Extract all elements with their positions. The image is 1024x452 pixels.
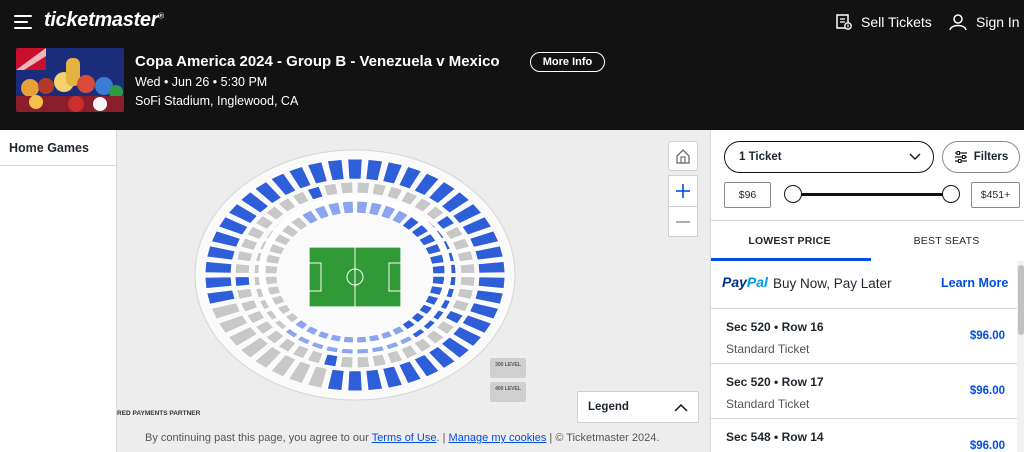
level-300-badge [490,358,526,378]
sell-tickets-label: Sell Tickets [861,14,932,30]
seat-map[interactable]: 300 LEVEL 400 LEVEL RED PAYMENTS PARTNER… [117,130,710,452]
svg-text:400 LEVEL: 400 LEVEL [495,386,521,392]
top-nav: ticketmaster® Sell Tickets Sign In [0,0,1024,44]
seat-section[interactable] [459,276,476,287]
min-price-box[interactable]: $96 [724,182,771,208]
paypal-pay: Pay [722,274,747,290]
footer-legal: By continuing past this page, you agree … [145,432,659,444]
sell-tickets-link[interactable]: Sell Tickets [835,11,932,33]
max-price-handle[interactable] [942,185,960,203]
listing-row[interactable]: Sec 520 • Row 16 Standard Ticket $96.00 [711,309,1017,364]
listing-price: $96.00 [969,440,1005,452]
filters-button[interactable]: Filters [942,141,1020,173]
listing-type: Standard Ticket [726,342,810,356]
event-title: Copa America 2024 - Group B - Venezuela … [135,53,500,70]
max-price-box[interactable]: $451+ [971,182,1020,208]
paypal-pal: Pal [746,274,768,290]
legend-toggle[interactable]: Legend [577,391,699,423]
listing-section: Sec 520 • Row 16 [726,320,824,334]
paypal-promo: PayPal Buy Now, Pay Later Learn More [711,261,1017,309]
ticket-icon [836,14,852,30]
svg-text:300 LEVEL: 300 LEVEL [495,362,521,368]
tab-lowest-price[interactable]: LOWEST PRICE [711,220,868,261]
sliders-icon [954,151,967,163]
listing-price: $96.00 [969,330,1005,342]
more-info-button[interactable]: More Info [530,52,605,72]
listing-row[interactable]: Sec 548 • Row 14 Standard Ticket $96.00 [711,419,1017,452]
seat-section[interactable] [477,276,506,289]
promo-text: Buy Now, Pay Later [773,276,892,291]
plus-icon [676,184,690,198]
menu-icon[interactable] [14,14,34,30]
cookies-link[interactable]: Manage my cookies [449,432,547,444]
listing-section: Sec 520 • Row 17 [726,375,824,389]
seat-section[interactable] [356,355,371,369]
event-venue: SoFi Stadium, Inglewood, CA [135,94,299,108]
ticket-quantity-select[interactable]: 1 Ticket [724,141,934,173]
partner-text: RED PAYMENTS PARTNER [117,410,201,417]
sign-in-link[interactable]: Sign In [948,11,1020,33]
brand-name: ticketmaster [44,9,159,31]
home-games-tab[interactable]: Home Games [9,141,89,155]
seat-section[interactable] [477,261,506,274]
ticket-panel: 1 Ticket Filters $96 $451+ LOWEST PRICE … [710,130,1024,452]
listings-scrollbar[interactable] [1017,261,1024,452]
home-icon [676,149,690,164]
seat-section[interactable] [204,276,233,289]
user-icon [949,14,967,31]
listing-type: Standard Ticket [726,397,810,411]
sign-in-label: Sign In [976,14,1020,30]
event-image [16,48,124,112]
listing-row[interactable]: Sec 520 • Row 17 Standard Ticket $96.00 [711,364,1017,419]
filters-label: Filters [973,151,1009,163]
listing-section: Sec 548 • Row 14 [726,430,824,444]
seat-section[interactable] [234,276,251,287]
terms-link[interactable]: Terms of Use [372,432,437,444]
zoom-out-button[interactable] [668,206,698,237]
header: ticketmaster® Sell Tickets Sign In Copa … [0,0,1024,130]
seat-section[interactable] [347,158,363,180]
minus-icon [676,220,690,223]
chevron-up-icon [674,403,688,412]
listings-list: PayPal Buy Now, Pay Later Learn More Sec… [711,261,1017,452]
listing-price: $96.00 [969,385,1005,397]
footer-prefix: By continuing past this page, you agree … [145,432,369,444]
footer-suffix: | © Ticketmaster 2024. [546,432,660,444]
paypal-logo: PayPal [722,274,768,290]
level-400-badge [490,382,526,402]
tab-best-seats[interactable]: BEST SEATS [868,220,1024,261]
seat-section[interactable] [234,263,251,274]
event-date: Wed • Jun 26 • 5:30 PM [135,75,268,89]
seat-section[interactable] [204,261,233,274]
seat-section[interactable] [356,181,371,195]
filter-tab-panel: Home Games [0,130,117,452]
chevron-down-icon [909,153,921,160]
brand-logo[interactable]: ticketmaster® [44,9,164,32]
brand-mark: ® [158,11,164,21]
seat-section[interactable] [339,181,354,195]
learn-more-link[interactable]: Learn More [941,276,1008,290]
seat-section[interactable] [347,370,363,392]
min-price-handle[interactable] [784,185,802,203]
seat-section[interactable] [339,355,354,369]
seat-section[interactable] [459,263,476,274]
reset-view-button[interactable] [668,141,698,171]
tab-divider [0,165,117,166]
quantity-value: 1 Ticket [739,151,782,163]
price-slider-track[interactable] [793,193,951,196]
legend-label: Legend [588,401,629,413]
footer-sep: . | [436,432,446,444]
zoom-in-button[interactable] [668,175,698,206]
scrollbar-thumb[interactable] [1018,265,1024,335]
